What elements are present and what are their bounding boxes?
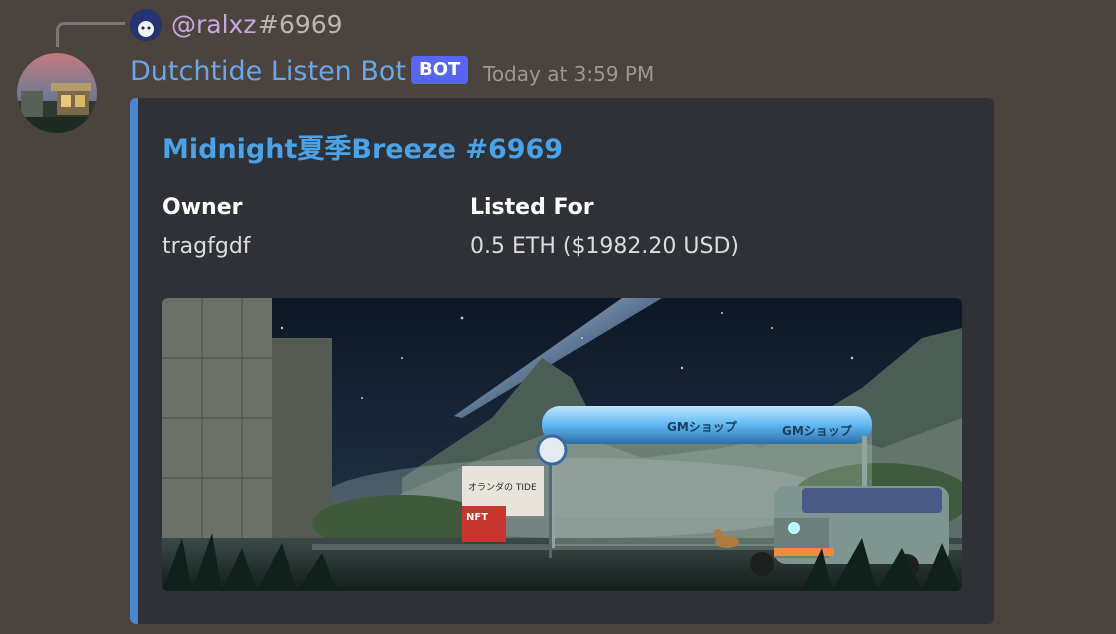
bot-avatar[interactable] bbox=[17, 53, 97, 133]
field-owner-value: tragfgdf bbox=[162, 234, 251, 259]
author-name[interactable]: Dutchtide Listen Bot bbox=[130, 53, 406, 91]
nft-sign: NFT bbox=[466, 512, 488, 523]
reply-message-preview[interactable]: #6969 bbox=[258, 9, 343, 41]
reply-username[interactable]: @ralxz bbox=[171, 9, 256, 41]
listing-embed: Midnight夏季Breeze #6969 Owner tragfgdf Li… bbox=[130, 98, 994, 624]
billboard-sign: オランダの TIDE bbox=[468, 481, 537, 493]
reply-avatar[interactable] bbox=[130, 9, 162, 41]
bot-tag-badge: BOT bbox=[411, 56, 469, 84]
embed-accent-bar bbox=[130, 98, 138, 624]
nft-night-bus-stop-illustration: GMショップ GMショップ オランダの TIDE NFT bbox=[162, 298, 962, 591]
shop-sign-1: GMショップ bbox=[667, 419, 738, 434]
field-listed-for-name: Listed For bbox=[470, 195, 594, 220]
wizard-avatar-icon bbox=[130, 9, 162, 41]
shop-sign-2: GMショップ bbox=[782, 423, 853, 438]
field-listed-for-value: 0.5 ETH ($1982.20 USD) bbox=[470, 234, 739, 259]
message-timestamp[interactable]: Today at 3:59 PM bbox=[483, 60, 654, 88]
nft-artwork-image[interactable]: GMショップ GMショップ オランダの TIDE NFT bbox=[162, 298, 962, 591]
bot-avatar-image bbox=[17, 53, 97, 133]
field-owner-name: Owner bbox=[162, 195, 243, 220]
reply-connector-line bbox=[56, 22, 125, 47]
embed-title-link[interactable]: Midnight夏季Breeze #6969 bbox=[162, 132, 563, 168]
